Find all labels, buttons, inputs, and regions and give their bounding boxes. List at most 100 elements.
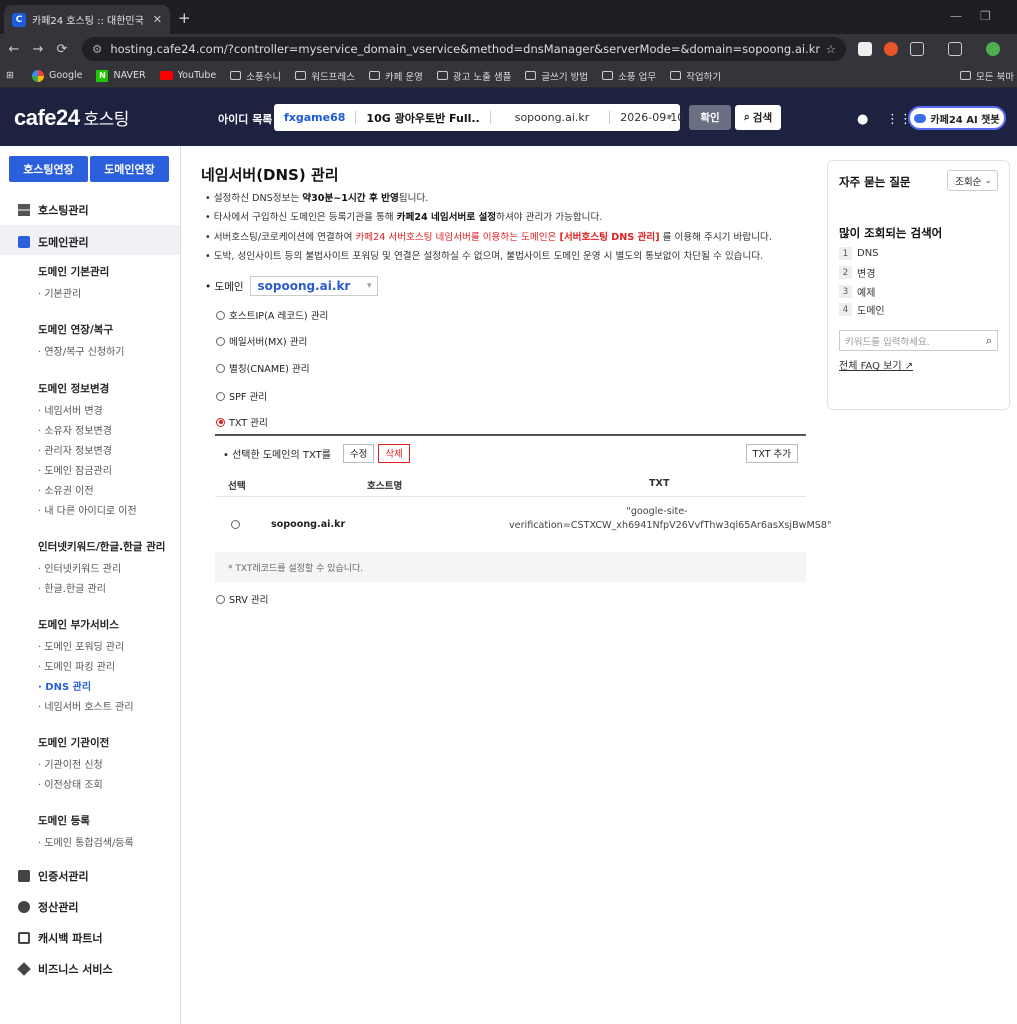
sidebar-subitem[interactable]: · 도메인 통합검색/등록 bbox=[38, 834, 134, 849]
bookmark-folder[interactable]: 글쓰기 방법 bbox=[525, 69, 588, 83]
forward-icon[interactable]: → bbox=[26, 42, 50, 57]
faq-sort-select[interactable]: 조회순 ⌄ bbox=[947, 170, 998, 191]
faq-panel: 자주 묻는 질문 조회순 ⌄ 많이 조회되는 검색어 1 DNS 2 변경 3 예제 4… bbox=[827, 160, 1010, 410]
account-id: fxgame68 bbox=[274, 111, 357, 124]
account-select[interactable]: fxgame68 10G 광아우토반 Full.. sopoong.ai.kr … bbox=[274, 104, 684, 131]
maximize-icon[interactable]: ❐ bbox=[980, 9, 991, 23]
radio-srv[interactable]: SRV 관리 bbox=[216, 592, 269, 606]
confirm-button[interactable]: 확인 bbox=[689, 105, 731, 130]
bookmark-folder[interactable]: 소풍 업무 bbox=[602, 69, 656, 83]
bookmark-youtube[interactable]: YouTube bbox=[159, 70, 216, 81]
sidebar-subitem[interactable]: · 인터넷키워드 관리 bbox=[38, 560, 121, 575]
domain-select[interactable]: sopoong.ai.kr ▾ bbox=[249, 276, 378, 296]
close-tab-icon[interactable]: ✕ bbox=[153, 13, 162, 26]
sidebar-item-hosting[interactable]: 호스팅관리 bbox=[18, 202, 89, 218]
bookmark-folder[interactable]: 카페 운영 bbox=[368, 69, 423, 83]
sidebar-subitem[interactable]: · DNS 관리 bbox=[38, 678, 91, 693]
all-faq-link[interactable]: 전체 FAQ 보기 ↗ bbox=[839, 357, 913, 372]
extensions-puzzle-icon[interactable] bbox=[910, 42, 924, 56]
radio-button[interactable] bbox=[216, 310, 225, 320]
page-title: 네임서버(DNS) 관리 bbox=[201, 166, 339, 184]
hosting-plan: 10G 광아우토반 Full.. bbox=[356, 111, 491, 125]
add-txt-button[interactable]: TXT 추가 bbox=[745, 443, 798, 463]
bookmark-google[interactable]: Google bbox=[31, 69, 82, 82]
sidebar-subitem[interactable]: · 네임서버 호스트 관리 bbox=[38, 698, 134, 713]
sidebar-subitem[interactable]: · 연장/복구 신청하기 bbox=[38, 343, 125, 358]
domain-renew-button[interactable]: 도메인연장 bbox=[90, 156, 169, 182]
minimize-icon[interactable]: — bbox=[950, 9, 962, 23]
sidebar-item-settlement[interactable]: 정산관리 bbox=[18, 899, 78, 915]
sidebar-subitem[interactable]: · 내 다른 아이디로 이전 bbox=[38, 502, 137, 517]
keyword-item[interactable]: 3 예제 bbox=[839, 284, 875, 299]
radio-cname[interactable]: 별칭(CNAME) 관리 bbox=[216, 361, 310, 375]
bookmark-folder[interactable]: 소풍수니 bbox=[230, 69, 281, 83]
delete-button[interactable]: 삭제 bbox=[378, 443, 410, 463]
sidebar-subitem[interactable]: · 네임서버 변경 bbox=[38, 402, 103, 417]
back-icon[interactable]: ← bbox=[2, 42, 26, 57]
faq-title: 자주 묻는 질문 bbox=[839, 175, 911, 189]
radio-button[interactable] bbox=[216, 391, 225, 401]
all-bookmarks-folder[interactable]: 모든 북마 bbox=[960, 69, 1014, 83]
faq-search-input[interactable]: 키워드를 입력하세요. ⌕ bbox=[839, 330, 998, 351]
address-bar[interactable]: ⚙ hosting.cafe24.com/?controller=myservi… bbox=[82, 37, 846, 61]
user-icon[interactable]: ● bbox=[857, 112, 868, 127]
bookmark-folder[interactable]: 광고 노출 샘플 bbox=[436, 69, 511, 83]
sidebar-item-business[interactable]: 비즈니스 서비스 bbox=[17, 961, 113, 977]
extension-icon[interactable] bbox=[884, 42, 898, 56]
radio-txt[interactable]: TXT 관리 bbox=[216, 415, 268, 429]
sidebar-subitem[interactable]: · 기본관리 bbox=[38, 285, 81, 300]
new-tab-icon[interactable]: + bbox=[178, 9, 191, 27]
chatbot-icon bbox=[914, 113, 927, 123]
sidebar-subitem[interactable]: · 기관이전 신청 bbox=[38, 756, 103, 771]
edit-button[interactable]: 수정 bbox=[342, 443, 375, 463]
row-select-radio[interactable] bbox=[231, 520, 240, 529]
cafe24-logo[interactable]: cafe24 호스팅 bbox=[14, 105, 129, 131]
sidebar-subitem[interactable]: · 도메인 파킹 관리 bbox=[38, 658, 115, 673]
sidebar-subitem[interactable]: · 이전상태 조회 bbox=[38, 776, 103, 791]
profile-avatar[interactable] bbox=[986, 42, 1000, 56]
keyword-item[interactable]: 1 DNS bbox=[839, 247, 879, 260]
sidebar-subitem[interactable]: · 도메인 포워딩 관리 bbox=[38, 638, 124, 653]
tab-search-icon[interactable] bbox=[948, 42, 962, 56]
sidebar-item-cashback[interactable]: 캐시백 파트너 bbox=[18, 930, 103, 946]
folder-icon bbox=[436, 71, 448, 80]
search-button[interactable]: ⌕ 검색 bbox=[735, 105, 781, 130]
bookmark-star-icon[interactable]: ☆ bbox=[826, 42, 836, 56]
site-info-icon[interactable]: ⚙ bbox=[92, 42, 102, 56]
chevron-down-icon: ⌄ bbox=[984, 175, 992, 186]
keyword-item[interactable]: 4 도메인 bbox=[839, 302, 885, 317]
account-domain: sopoong.ai.kr bbox=[491, 111, 611, 124]
sidebar-subitem[interactable]: · 소유권 이전 bbox=[38, 482, 94, 497]
sidebar-subitem[interactable]: · 관리자 정보변경 bbox=[38, 442, 112, 457]
folder-icon bbox=[525, 71, 537, 80]
domain-select-row: • 도메인 sopoong.ai.kr ▾ bbox=[205, 276, 378, 296]
server-hosting-dns-link[interactable]: [서버호스팅 DNS 관리] bbox=[559, 232, 659, 243]
bookmark-folder[interactable]: 워드프레스 bbox=[295, 69, 355, 83]
radio-spf[interactable]: SPF 관리 bbox=[216, 389, 267, 403]
reload-icon[interactable]: ⟳ bbox=[50, 42, 74, 57]
sidebar-item-certificates[interactable]: 인증서관리 bbox=[18, 868, 89, 884]
radio-mx[interactable]: 메일서버(MX) 관리 bbox=[216, 334, 307, 348]
sidebar-subitem[interactable]: · 한글.한글 관리 bbox=[38, 580, 106, 595]
sidebar-section-title: 도메인 기관이전 bbox=[38, 737, 110, 749]
copy-icon bbox=[18, 932, 30, 944]
browser-tab[interactable]: C 카페24 호스팅 :: 대한민국 No.1 ✕ bbox=[4, 5, 170, 34]
bookmark-folder[interactable]: 작업하기 bbox=[670, 69, 721, 83]
radio-button[interactable] bbox=[216, 336, 225, 346]
keyword-item[interactable]: 2 변경 bbox=[839, 265, 875, 280]
sidebar-subitem[interactable]: · 도메인 잠금관리 bbox=[38, 462, 112, 477]
bookmarks-bar: ⊞ Google N NAVER YouTube 소풍수니 워드프레스 카페 운영… bbox=[0, 64, 1017, 88]
apps-grid-icon[interactable]: ⊞ bbox=[6, 70, 14, 81]
ai-chatbot-button[interactable]: 카페24 AI 챗봇 bbox=[908, 106, 1006, 130]
bookmark-naver[interactable]: N NAVER bbox=[96, 69, 146, 82]
hosting-renew-button[interactable]: 호스팅연장 bbox=[9, 156, 88, 182]
sidebar-item-domain[interactable]: 도메인관리 bbox=[18, 234, 89, 250]
sidebar-subitem[interactable]: · 소유자 정보변경 bbox=[38, 422, 112, 437]
search-icon[interactable]: ⌕ bbox=[986, 334, 992, 348]
radio-button[interactable] bbox=[216, 594, 225, 604]
extension-icon[interactable] bbox=[858, 42, 872, 56]
radio-button[interactable] bbox=[216, 363, 225, 373]
folder-icon bbox=[670, 71, 682, 80]
radio-a-record[interactable]: 호스트IP(A 레코드) 관리 bbox=[216, 308, 328, 322]
radio-button-selected[interactable] bbox=[216, 417, 225, 427]
